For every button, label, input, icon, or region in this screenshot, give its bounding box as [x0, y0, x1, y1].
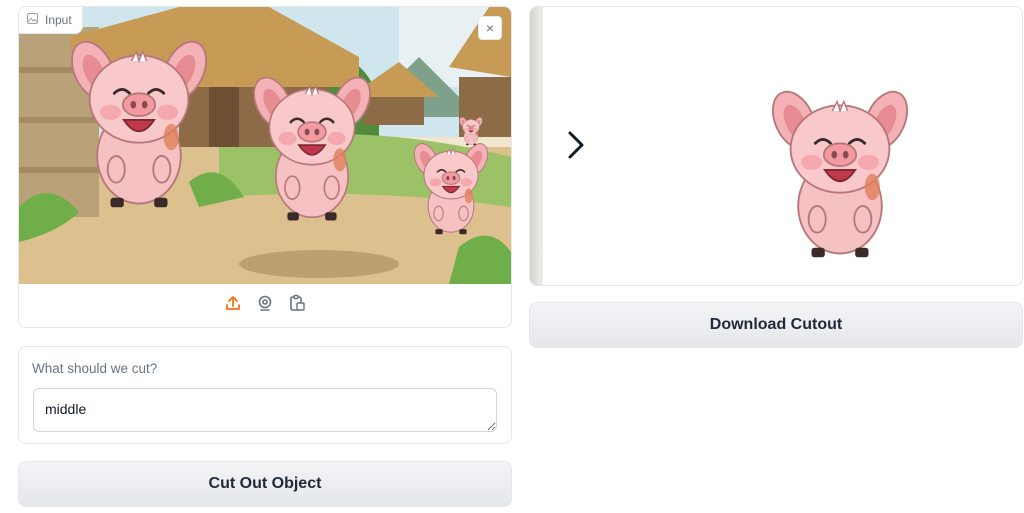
webcam-icon: [256, 294, 274, 317]
download-cutout-button[interactable]: Download Cutout: [529, 302, 1023, 348]
prompt-input[interactable]: [33, 388, 497, 432]
cut-out-object-button[interactable]: Cut Out Object: [18, 461, 512, 507]
clipboard-icon: [288, 294, 306, 317]
gallery-edge: [530, 7, 543, 285]
input-image-canvas: [19, 7, 511, 284]
input-label-text: Input: [45, 13, 72, 27]
output-image-panel: [529, 6, 1023, 286]
cutout-image: [762, 83, 918, 259]
upload-icon: [224, 294, 242, 317]
webcam-button[interactable]: [255, 294, 275, 317]
clipboard-button[interactable]: [287, 294, 307, 317]
image-source-bar: [19, 284, 511, 327]
prompt-label: What should we cut?: [32, 361, 158, 376]
image-icon: [27, 13, 38, 27]
close-icon: ×: [485, 20, 495, 36]
prompt-panel: What should we cut?: [18, 346, 512, 444]
chevron-right-icon: [564, 131, 588, 169]
clear-image-button[interactable]: ×: [478, 16, 502, 40]
input-image[interactable]: [19, 7, 511, 284]
input-image-label: Input: [19, 7, 83, 34]
input-image-panel: Input ×: [18, 6, 512, 328]
upload-button[interactable]: [223, 296, 243, 316]
next-image-button[interactable]: [564, 125, 588, 165]
